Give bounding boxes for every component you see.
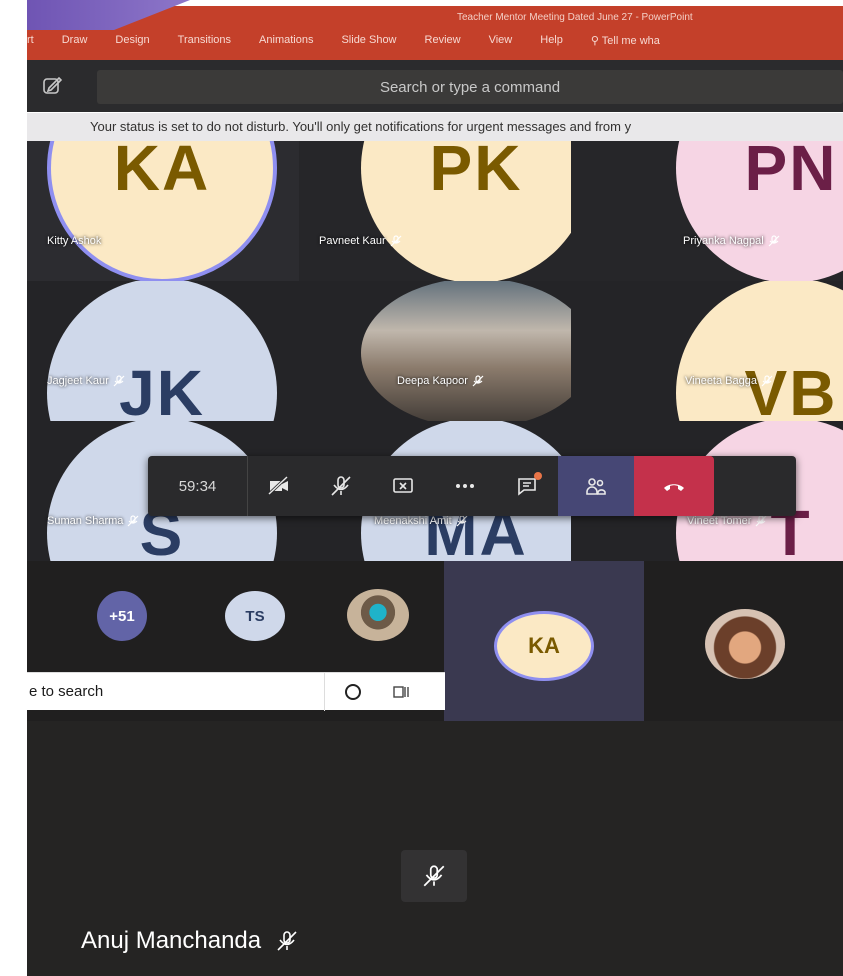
camera-toggle-button[interactable] [248, 456, 310, 516]
call-timer: 59:34 [148, 456, 248, 516]
participant-avatar: KA [47, 141, 277, 281]
command-search-input[interactable]: Search or type a command [97, 70, 843, 104]
mic-off-icon [423, 865, 445, 887]
taskbar-search-input[interactable]: e to search [27, 673, 325, 711]
mic-off-icon [768, 235, 780, 247]
mic-off-icon [277, 931, 297, 951]
participant-tile[interactable]: Deepa Kapoor [299, 281, 571, 421]
mic-off-icon [761, 375, 773, 387]
chat-button[interactable] [496, 456, 558, 516]
participant-tile[interactable]: PN Priyanka Nagpal [571, 141, 843, 281]
screen: ▾ ▿ Teacher Mentor Meeting Dated June 27… [0, 0, 843, 976]
participant-avatar: JK [47, 281, 277, 421]
ribbon-tab-transitions[interactable]: Transitions [178, 34, 231, 48]
participant-name: Meenakshi Amit [374, 515, 468, 527]
more-icon [456, 484, 474, 488]
mic-off-icon [755, 515, 767, 527]
mic-toggle-button[interactable] [310, 456, 372, 516]
compose-icon[interactable] [41, 74, 63, 96]
participant-avatar: PN [676, 141, 843, 281]
dnd-banner: Your status is set to do not disturb. Yo… [27, 113, 843, 141]
participant-name: Pavneet Kaur [319, 235, 402, 247]
mic-off-icon [128, 515, 139, 527]
participant-name: Deepa Kapoor [397, 375, 484, 387]
participant-tile[interactable]: JK Jagjeet Kaur [27, 281, 299, 421]
cortana-icon[interactable] [345, 684, 361, 700]
ribbon-tab-review[interactable]: Review [425, 34, 461, 48]
participant-name: Jagjeet Kaur [47, 375, 125, 387]
ribbon-tab-draw[interactable]: Draw [62, 34, 88, 48]
mic-off-icon [331, 476, 351, 496]
hang-up-icon [664, 484, 684, 491]
teams-command-bar: Search or type a command [27, 60, 843, 112]
participant-photo [361, 281, 571, 421]
more-actions-button[interactable] [434, 456, 496, 516]
search-placeholder: Search or type a command [379, 78, 561, 96]
participant-avatar-ts[interactable]: TS [225, 591, 285, 641]
task-view-icon[interactable] [392, 683, 410, 701]
participant-name: Priyanka Nagpal [683, 235, 780, 247]
participant-photo[interactable] [705, 609, 785, 679]
participant-tile[interactable]: KA Kitty Ashok [27, 141, 299, 281]
presenter-name: Anuj Manchanda [81, 927, 262, 954]
participant-photo[interactable] [347, 589, 409, 641]
ribbon-tab[interactable]: rt [27, 34, 34, 48]
window-title: Teacher Mentor Meeting Dated June 27 - P… [457, 12, 693, 23]
ribbon-tabs: rt Draw Design Transitions Animations Sl… [27, 34, 843, 48]
share-screen-button[interactable] [372, 456, 434, 516]
participant-tile[interactable]: PK Pavneet Kaur [299, 141, 571, 281]
mic-off-icon [113, 375, 125, 387]
call-controls-bar: 59:34 [148, 456, 796, 516]
mic-off-icon [390, 235, 402, 247]
participant-name: Kitty Ashok [47, 235, 102, 247]
ribbon-tab-slide-show[interactable]: Slide Show [341, 34, 396, 48]
ribbon-tab-help[interactable]: Help [540, 34, 563, 48]
taskbar: e to search [27, 672, 445, 711]
mic-off-icon [456, 515, 468, 527]
hang-up-button[interactable] [634, 456, 714, 516]
active-speaker-avatar: KA [494, 611, 594, 681]
ribbon-tab-view[interactable]: View [489, 34, 513, 48]
presenter-label: Anuj Manchanda [81, 927, 299, 955]
participant-name: Suman Sharma [47, 515, 139, 527]
mic-off-icon [472, 375, 484, 387]
chat-notification-badge [534, 472, 542, 480]
more-participants-button[interactable]: +51 [97, 591, 147, 641]
presenter-mic-status [401, 850, 467, 902]
participant-tile[interactable]: VB Vineeta Bagga [571, 281, 843, 421]
slide-margin [0, 0, 27, 976]
participant-avatar: VB [676, 281, 843, 421]
participants-icon [586, 478, 606, 495]
ribbon-tab-animations[interactable]: Animations [259, 34, 313, 48]
participant-name: Vineet Tomer [687, 515, 767, 527]
participants-button[interactable] [558, 456, 634, 516]
tell-me-search[interactable]: ⚲ Tell me wha [591, 34, 660, 48]
share-screen-icon [393, 478, 413, 493]
ribbon-tab-design[interactable]: Design [115, 34, 149, 48]
participant-avatar: PK [361, 141, 571, 281]
camera-off-icon [267, 475, 289, 496]
presenter-area: Anuj Manchanda [27, 721, 843, 976]
participant-name: Vineeta Bagga [685, 375, 773, 387]
